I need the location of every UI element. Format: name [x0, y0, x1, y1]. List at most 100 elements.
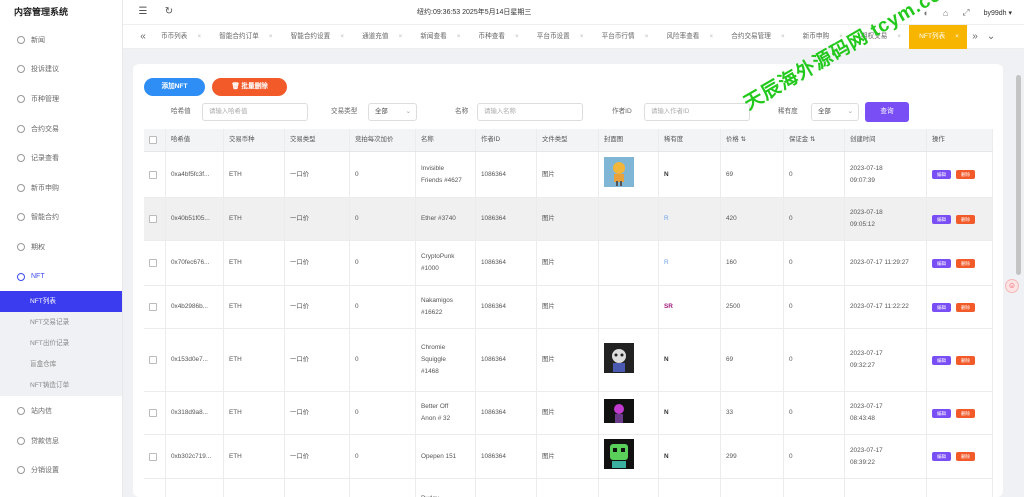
record-icon [17, 154, 25, 163]
edit-button[interactable]: 编辑 [932, 258, 951, 268]
delete-button[interactable]: 删除 [956, 214, 975, 224]
sidebar-item[interactable]: 币种管理 [0, 84, 122, 114]
delete-button[interactable]: 删除 [956, 355, 975, 365]
sidebar-item-label: 站内信 [31, 408, 52, 416]
delete-button[interactable]: 删除 [956, 302, 975, 312]
trade-type-select[interactable]: 全部 ⌄ [368, 103, 417, 121]
row-checkbox[interactable] [149, 409, 157, 417]
row-checkbox[interactable] [149, 452, 157, 461]
tab-item[interactable]: NFT列表 × [909, 24, 968, 49]
close-icon[interactable]: × [197, 33, 201, 40]
menu-fold-icon[interactable]: ☰ [137, 6, 149, 18]
edit-button[interactable]: 编辑 [932, 302, 951, 312]
close-icon[interactable]: × [340, 33, 344, 40]
tab-label: 新闻查看 [420, 32, 447, 40]
close-icon[interactable]: × [457, 33, 461, 40]
sidebar-item[interactable]: 站内信 [0, 396, 122, 426]
name-line: Ether #3740 [421, 215, 456, 222]
tab-item[interactable]: 币币列表 × [151, 25, 209, 49]
tab-item[interactable]: 智能合约设置 × [281, 25, 352, 49]
sidebar-item[interactable]: 期权 [0, 232, 122, 262]
delete-button[interactable]: 删除 [956, 452, 975, 461]
rarity-select[interactable]: 全部 ⌄ [811, 103, 859, 121]
chevron-down-icon[interactable]: ⌄ [983, 31, 999, 42]
sidebar-item[interactable]: 新币申购 [0, 173, 122, 203]
name-input[interactable]: 请输入名称 [477, 103, 583, 121]
row-checkbox[interactable] [149, 170, 157, 179]
tab-item[interactable]: 风险率查看 × [656, 25, 721, 49]
sidebar-item[interactable]: 新闻 [0, 25, 122, 55]
select-all-checkbox[interactable] [149, 136, 157, 144]
edit-button[interactable]: 编辑 [932, 452, 951, 461]
sidebar-item[interactable]: 贷款信息 [0, 426, 122, 456]
close-icon[interactable]: × [781, 33, 785, 40]
tab-item[interactable]: 平台币行情 × [592, 25, 657, 49]
delete-button[interactable]: 删除 [956, 408, 975, 418]
close-icon[interactable]: × [955, 33, 959, 40]
time-line: 2023-07-17 11:29:27 [850, 259, 909, 266]
tab-item[interactable]: 新闻查看 × [410, 25, 468, 49]
tab-label: 币币列表 [161, 32, 188, 40]
delete-button[interactable]: 删除 [956, 170, 975, 179]
tab-item[interactable]: 智能合约订单 × [209, 25, 280, 49]
tab-item[interactable]: 合约交易管理 × [721, 25, 792, 49]
sidebar-subitem[interactable]: NFT交易记录 [0, 312, 122, 333]
sidebar-item-label: 贷款信息 [31, 437, 59, 445]
nft-icon [17, 272, 25, 281]
row-checkbox[interactable] [149, 215, 157, 223]
fullscreen-icon[interactable]: ⤢ [962, 7, 969, 18]
edit-button[interactable]: 编辑 [932, 214, 951, 224]
sidebar-item[interactable]: 投诉建议 [0, 55, 122, 85]
tab-next-icon[interactable]: » [967, 31, 983, 42]
sidebar-item[interactable]: 分销设置 [0, 456, 122, 486]
author-input[interactable]: 请输入作者ID [644, 103, 750, 121]
row-checkbox[interactable] [149, 303, 157, 311]
deposit-cell: 0 [784, 392, 845, 434]
coin-cell: ETH [224, 435, 285, 478]
time-line: 09:07:39 [850, 176, 875, 184]
hash-input[interactable]: 请输入哈希值 [202, 103, 308, 121]
sidebar-item[interactable]: NFT [0, 262, 122, 292]
column-header[interactable]: 价格 ⇅ [721, 129, 784, 151]
float-helper-icon[interactable]: ☺ [1005, 279, 1019, 293]
close-icon[interactable]: × [515, 33, 519, 40]
column-header[interactable]: 保证金 ⇅ [784, 129, 845, 151]
close-icon[interactable]: × [645, 33, 649, 40]
close-icon[interactable]: × [897, 33, 901, 40]
close-icon[interactable]: × [398, 33, 402, 40]
increment-cell: 0 [350, 392, 416, 434]
close-icon[interactable]: × [269, 33, 273, 40]
tab-prev-icon[interactable]: « [135, 31, 151, 42]
edit-button[interactable]: 编辑 [932, 408, 951, 418]
row-checkbox[interactable] [149, 356, 157, 364]
sidebar-subitem[interactable]: NFT列表 [0, 291, 122, 313]
sidebar-item[interactable]: 智能合约 [0, 203, 122, 233]
refresh-icon[interactable]: ↻ [163, 6, 175, 18]
tag-icon[interactable]: ⌂ [943, 8, 948, 18]
sidebar-item[interactable]: 记录查看 [0, 143, 122, 173]
batch-delete-button[interactable]: 🗑 批量删除 [212, 78, 287, 96]
tab-item[interactable]: 币种查看 × [469, 25, 527, 49]
edit-button[interactable]: 编辑 [932, 170, 951, 179]
checkbox-cell [144, 479, 166, 497]
add-nft-button[interactable]: 添加NFT [144, 78, 205, 96]
sidebar-item[interactable]: 合约交易 [0, 114, 122, 144]
delete-button[interactable]: 删除 [956, 258, 975, 268]
sidebar-subitem[interactable]: NFT出价记录 [0, 333, 122, 354]
query-button[interactable]: 查询 [865, 102, 909, 122]
time-line: 2023-07-17 11:22:22 [850, 303, 909, 310]
scrollbar[interactable] [1016, 75, 1021, 275]
deposit-cell: 0 [784, 329, 845, 391]
name-line: Pudgy [421, 493, 439, 497]
close-icon[interactable]: × [580, 33, 584, 40]
edit-button[interactable]: 编辑 [932, 355, 951, 365]
close-icon[interactable]: × [709, 33, 713, 40]
sidebar-subitem[interactable]: NFT铸造订单 [0, 375, 122, 396]
trade-type-cell: 一口价 [285, 152, 350, 197]
sidebar-subitem[interactable]: 盲盒仓库 [0, 354, 122, 375]
name-lines: Pudgy [421, 493, 439, 497]
row-checkbox[interactable] [149, 259, 157, 267]
user-menu[interactable]: by99dh ▾ [984, 9, 1012, 17]
tab-item[interactable]: 通道充值 × [352, 25, 410, 49]
tab-item[interactable]: 平台币设置 × [527, 25, 592, 49]
